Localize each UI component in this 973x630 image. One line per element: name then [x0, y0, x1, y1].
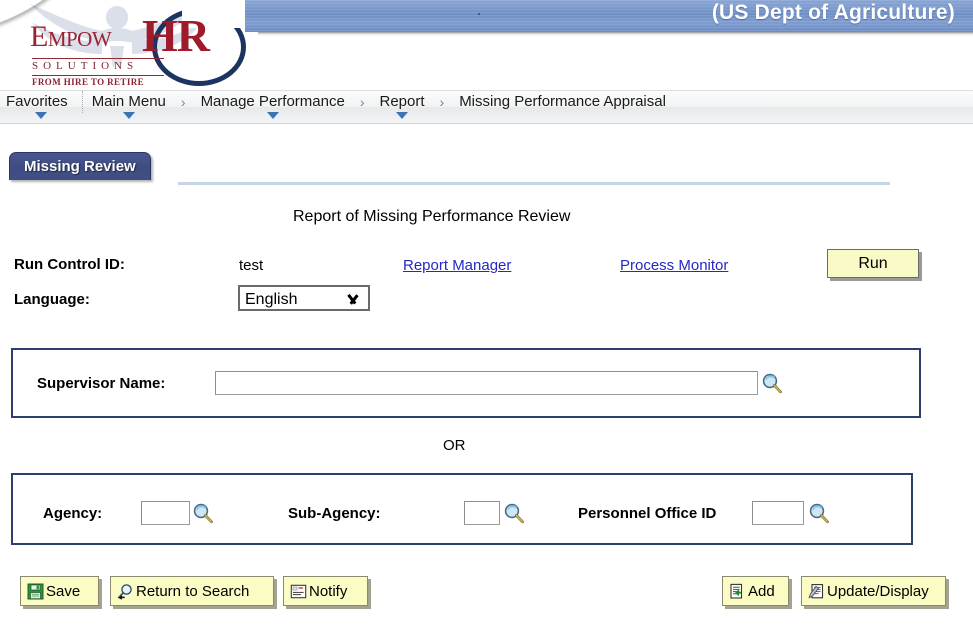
personnel-office-id-input[interactable] — [752, 501, 804, 525]
logo-solutions-text: SOLUTIONS — [32, 58, 164, 72]
language-label: Language: — [14, 291, 90, 308]
banner-drop-shadow — [258, 32, 973, 36]
sub-agency-input[interactable] — [464, 501, 500, 525]
save-button-label: Save — [46, 582, 81, 600]
update-display-button[interactable]: Update/Display — [801, 576, 946, 606]
language-select[interactable]: English — [238, 285, 370, 311]
empowhr-logo[interactable]: Empow HR SOLUTIONS FROM HIRE TO RETIRE — [14, 2, 252, 90]
notify-button-label: Notify — [309, 582, 348, 600]
tab-missing-review[interactable]: Missing Review — [9, 152, 151, 180]
chevron-down-icon — [396, 112, 408, 119]
run-control-id-value: test — [239, 257, 264, 274]
update-display-icon — [808, 583, 824, 598]
supervisor-lookup-icon[interactable] — [761, 372, 783, 394]
breadcrumb-row: Favorites Main Menu › Manage Performance… — [0, 91, 675, 119]
nav-item-manage-performance[interactable]: Manage Performance — [192, 91, 354, 119]
run-button[interactable]: Run — [827, 249, 919, 278]
logo-motto-text: FROM HIRE TO RETIRE — [32, 75, 164, 87]
agency-lookup-icon[interactable] — [192, 502, 214, 524]
nav-item-report[interactable]: Report — [370, 91, 433, 119]
chevron-down-icon — [122, 112, 135, 119]
page-title: Report of Missing Performance Review — [293, 208, 571, 225]
return-to-search-button[interactable]: Return to Search — [110, 576, 274, 606]
sub-agency-label: Sub-Agency: — [288, 505, 381, 522]
personnel-office-id-lookup-icon[interactable] — [808, 502, 830, 524]
nav-item-missing-performance-appraisal-label: Missing Performance Appraisal — [459, 93, 666, 110]
chevron-down-icon — [346, 295, 359, 303]
add-button[interactable]: Add — [722, 576, 789, 606]
supervisor-name-label: Supervisor Name: — [37, 375, 166, 392]
add-document-icon — [730, 583, 743, 599]
nav-item-missing-performance-appraisal: Missing Performance Appraisal — [450, 91, 675, 113]
or-divider-text: OR — [443, 437, 466, 454]
floppy-disk-icon — [27, 583, 44, 599]
nav-item-main-menu-label: Main Menu — [91, 93, 166, 110]
page-header: (US Dept of Agriculture) Empow HR SOLUTI… — [0, 0, 973, 90]
breadcrumb-separator: › — [439, 94, 445, 110]
sub-agency-lookup-icon[interactable] — [503, 502, 525, 524]
chevron-down-icon — [34, 112, 47, 119]
logo-hr-text: HR — [142, 10, 210, 61]
agency-label: Agency: — [43, 505, 103, 522]
agency-input[interactable] — [141, 501, 190, 525]
personnel-office-id-label: Personnel Office ID — [578, 505, 717, 522]
notify-button[interactable]: Notify — [283, 576, 368, 606]
return-to-search-button-label: Return to Search — [136, 582, 250, 600]
breadcrumb: Favorites Main Menu › Manage Performance… — [0, 90, 973, 124]
run-control-id-label: Run Control ID: — [14, 256, 125, 273]
nav-item-report-label: Report — [379, 93, 425, 110]
language-select-value: English — [245, 291, 298, 308]
nav-item-favorites[interactable]: Favorites — [0, 91, 83, 119]
update-display-button-label: Update/Display — [827, 582, 929, 600]
nav-item-favorites-label: Favorites — [6, 93, 68, 110]
supervisor-name-input[interactable] — [215, 371, 758, 395]
add-button-label: Add — [748, 582, 775, 600]
tab-strip: Missing Review — [0, 152, 973, 186]
chevron-down-icon — [266, 112, 279, 119]
breadcrumb-separator: › — [180, 94, 186, 110]
nav-item-manage-performance-label: Manage Performance — [200, 93, 345, 110]
notify-envelope-icon — [290, 584, 307, 598]
save-button[interactable]: Save — [20, 576, 99, 606]
banner-title: (US Dept of Agriculture) — [711, 1, 955, 24]
nav-item-main-menu[interactable]: Main Menu — [83, 91, 175, 119]
search-back-icon — [118, 583, 132, 600]
report-manager-link[interactable]: Report Manager — [403, 257, 511, 274]
process-monitor-link[interactable]: Process Monitor — [620, 257, 728, 274]
tab-underline — [178, 182, 890, 185]
logo-empow-text: Empow — [30, 20, 112, 53]
breadcrumb-separator: › — [359, 94, 365, 110]
banner-dot — [478, 13, 480, 15]
